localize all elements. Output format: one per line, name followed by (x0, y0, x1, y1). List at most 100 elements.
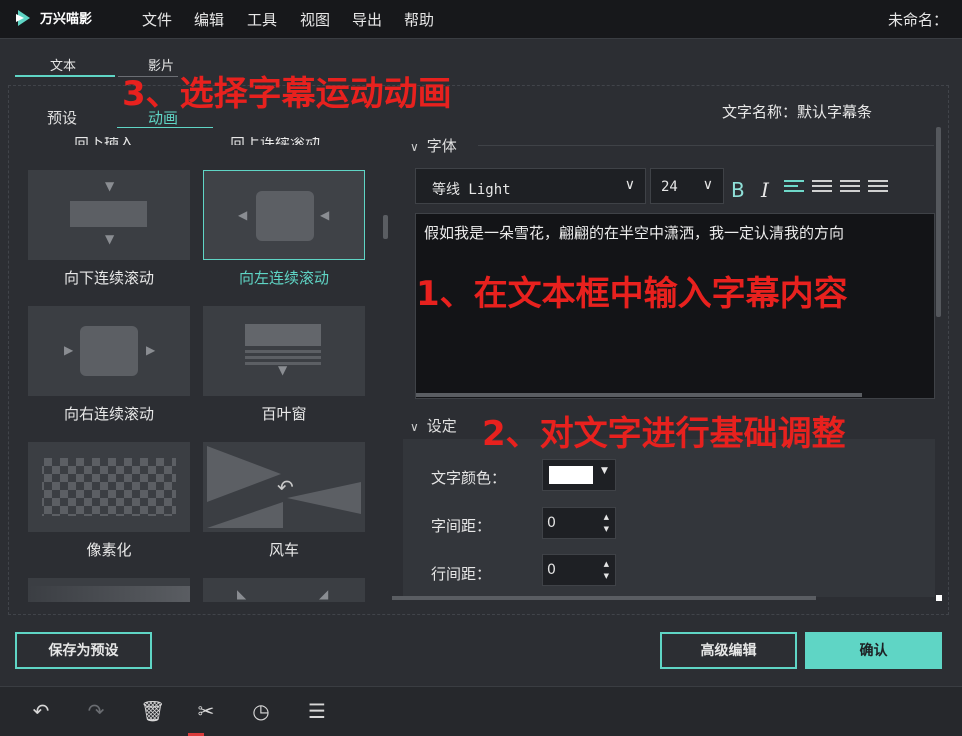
preview-bar (70, 201, 147, 227)
line-spacing-label: 行间距： (431, 565, 492, 583)
panel-horizontal-scrollbar[interactable] (392, 596, 816, 600)
chevron-down-icon: ∨ (702, 177, 713, 193)
increment-icon[interactable]: ▲ (604, 513, 609, 521)
font-size-select[interactable]: 24 ∨ (650, 168, 724, 204)
animation-windmill[interactable]: ↶ (203, 442, 365, 532)
textbox-scrollbar[interactable] (416, 393, 862, 397)
resize-corner (936, 595, 942, 601)
document-title: 未命名： (887, 11, 948, 29)
confirm-button[interactable]: 确认 (805, 632, 942, 669)
delete-icon[interactable]: 🗑 (140, 699, 165, 723)
settings-section-title: 设定 (426, 417, 457, 435)
animation-grid: 向下插入 向上连续滚动 ▼ ▼ 向下连续滚动 ◀ ◀ 向左连续滚动 ▶ ▶ 向右… (20, 137, 370, 602)
animation-scrollbar[interactable] (383, 215, 388, 239)
arrow-left-icon: ◀ (320, 208, 330, 222)
animation-label-selected: 向左连续滚动 (238, 269, 329, 287)
annotation-step2: 2、对文字进行基础调整 (482, 414, 846, 454)
preview-blind (245, 350, 321, 353)
animation-label: 向下连续滚动 (63, 269, 154, 287)
align-right-icon[interactable] (840, 180, 860, 196)
menu-export[interactable]: 导出 (352, 9, 382, 30)
color-swatch (549, 466, 593, 484)
arrow-down-icon: ▼ (105, 179, 115, 193)
bold-button[interactable]: B (731, 178, 745, 202)
preview-box (80, 326, 138, 376)
menu-view[interactable]: 视图 (300, 9, 330, 30)
caret-down-icon: ▼ (601, 466, 608, 476)
save-preset-button[interactable]: 保存为预设 (15, 632, 152, 669)
animation-label: 像素化 (86, 541, 132, 559)
adjust-icon[interactable]: ☰ (305, 699, 329, 723)
align-center-icon[interactable] (812, 180, 832, 196)
animation-scroll-down[interactable]: ▼ ▼ (28, 170, 190, 260)
char-spacing-value: 0 (547, 515, 556, 531)
decrement-icon[interactable]: ▼ (604, 572, 609, 580)
align-justify-icon[interactable] (868, 180, 888, 196)
line-spacing-value: 0 (547, 562, 556, 578)
chevron-down-icon: ∨ (410, 140, 419, 154)
preview-blind (245, 356, 321, 359)
cut-icon[interactable]: ✂ (194, 699, 218, 723)
arrow-down-icon: ▼ (278, 363, 288, 377)
char-spacing-label: 字间距： (431, 517, 492, 535)
line-spacing-stepper[interactable]: 0 ▲ ▼ (542, 554, 616, 586)
menu-edit[interactable]: 编辑 (194, 9, 224, 30)
animation-label: 向右连续滚动 (63, 405, 154, 423)
animation-scroll-left[interactable]: ◀ ◀ (203, 170, 365, 260)
tab-preset[interactable]: 预设 (47, 107, 77, 128)
clock-icon[interactable]: ◷ (249, 699, 273, 723)
arrow-icon: ◢ (319, 587, 329, 601)
font-section-header[interactable]: ∨ 字体 (410, 135, 457, 156)
tab-text-underline (15, 75, 115, 77)
animation-cut-label: 向上连续滚动 (230, 137, 320, 145)
annotation-step1: 1、在文本框中输入字幕内容 (416, 274, 848, 314)
redo-icon[interactable]: ↷ (84, 699, 108, 723)
menu-bar: 万兴喵影 文件 编辑 工具 视图 导出 帮助 未命名： (0, 0, 962, 38)
pixelate-preview-icon (42, 458, 176, 516)
menu-help[interactable]: 帮助 (404, 9, 434, 30)
svg-text:↶: ↶ (277, 475, 294, 499)
text-color-label: 文字颜色： (431, 469, 507, 487)
align-left-icon[interactable] (784, 180, 804, 196)
right-panel-scrollbar[interactable] (936, 127, 941, 317)
animation-item[interactable]: ◣ ◢ (203, 578, 365, 602)
arrow-left-icon: ◀ (238, 208, 248, 222)
tab-text[interactable]: 文本 (50, 55, 76, 74)
font-section-title: 字体 (426, 137, 457, 155)
animation-label: 风车 (268, 541, 299, 559)
arrow-icon: ◣ (237, 587, 247, 601)
animation-item[interactable] (28, 578, 190, 602)
italic-button[interactable]: I (761, 178, 769, 202)
tab-animation-underline (117, 127, 213, 128)
decrement-icon[interactable]: ▼ (604, 525, 609, 533)
section-divider (478, 145, 934, 146)
advanced-edit-button[interactable]: 高级编辑 (660, 632, 797, 669)
title-editor-dialog: 文本 影片 预设 动画 向下插入 向上连续滚动 ▼ ▼ 向下连续滚动 ◀ ◀ 向… (0, 38, 962, 686)
arrow-right-icon: ▶ (146, 343, 156, 357)
preview-gradient (28, 586, 190, 602)
font-size-value: 24 (661, 179, 678, 195)
text-color-picker[interactable]: ▼ (542, 459, 616, 491)
char-spacing-stepper[interactable]: 0 ▲ ▼ (542, 507, 616, 539)
chevron-down-icon: ∨ (410, 420, 419, 434)
animation-pixelate[interactable] (28, 442, 190, 532)
app-window: 万兴喵影 文件 编辑 工具 视图 导出 帮助 未命名： 文本 影片 预设 动画 … (0, 0, 962, 736)
app-logo-icon (16, 10, 30, 26)
animation-cut-label: 向下插入 (74, 137, 134, 145)
font-family-select[interactable]: 等线 Light ∨ (415, 168, 646, 204)
increment-icon[interactable]: ▲ (604, 560, 609, 568)
chevron-down-icon: ∨ (624, 177, 635, 193)
annotation-step3: 3、选择字幕运动动画 (122, 74, 452, 114)
arrow-right-icon: ▶ (64, 343, 74, 357)
menu-file[interactable]: 文件 (142, 9, 172, 30)
animation-blinds[interactable]: ▼ (203, 306, 365, 396)
animation-scroll-right[interactable]: ▶ ▶ (28, 306, 190, 396)
settings-section-header[interactable]: ∨ 设定 (410, 415, 457, 436)
preview-bar (245, 324, 321, 346)
preview-box (256, 191, 314, 241)
subtitle-text-value: 假如我是一朵雪花，翩翩的在半空中潇洒，我一定认清我的方向 (424, 224, 845, 242)
menu-tools[interactable]: 工具 (247, 9, 277, 30)
font-family-value: 等线 Light (432, 182, 511, 198)
app-name: 万兴喵影 (40, 12, 93, 27)
undo-icon[interactable]: ↶ (29, 699, 53, 723)
